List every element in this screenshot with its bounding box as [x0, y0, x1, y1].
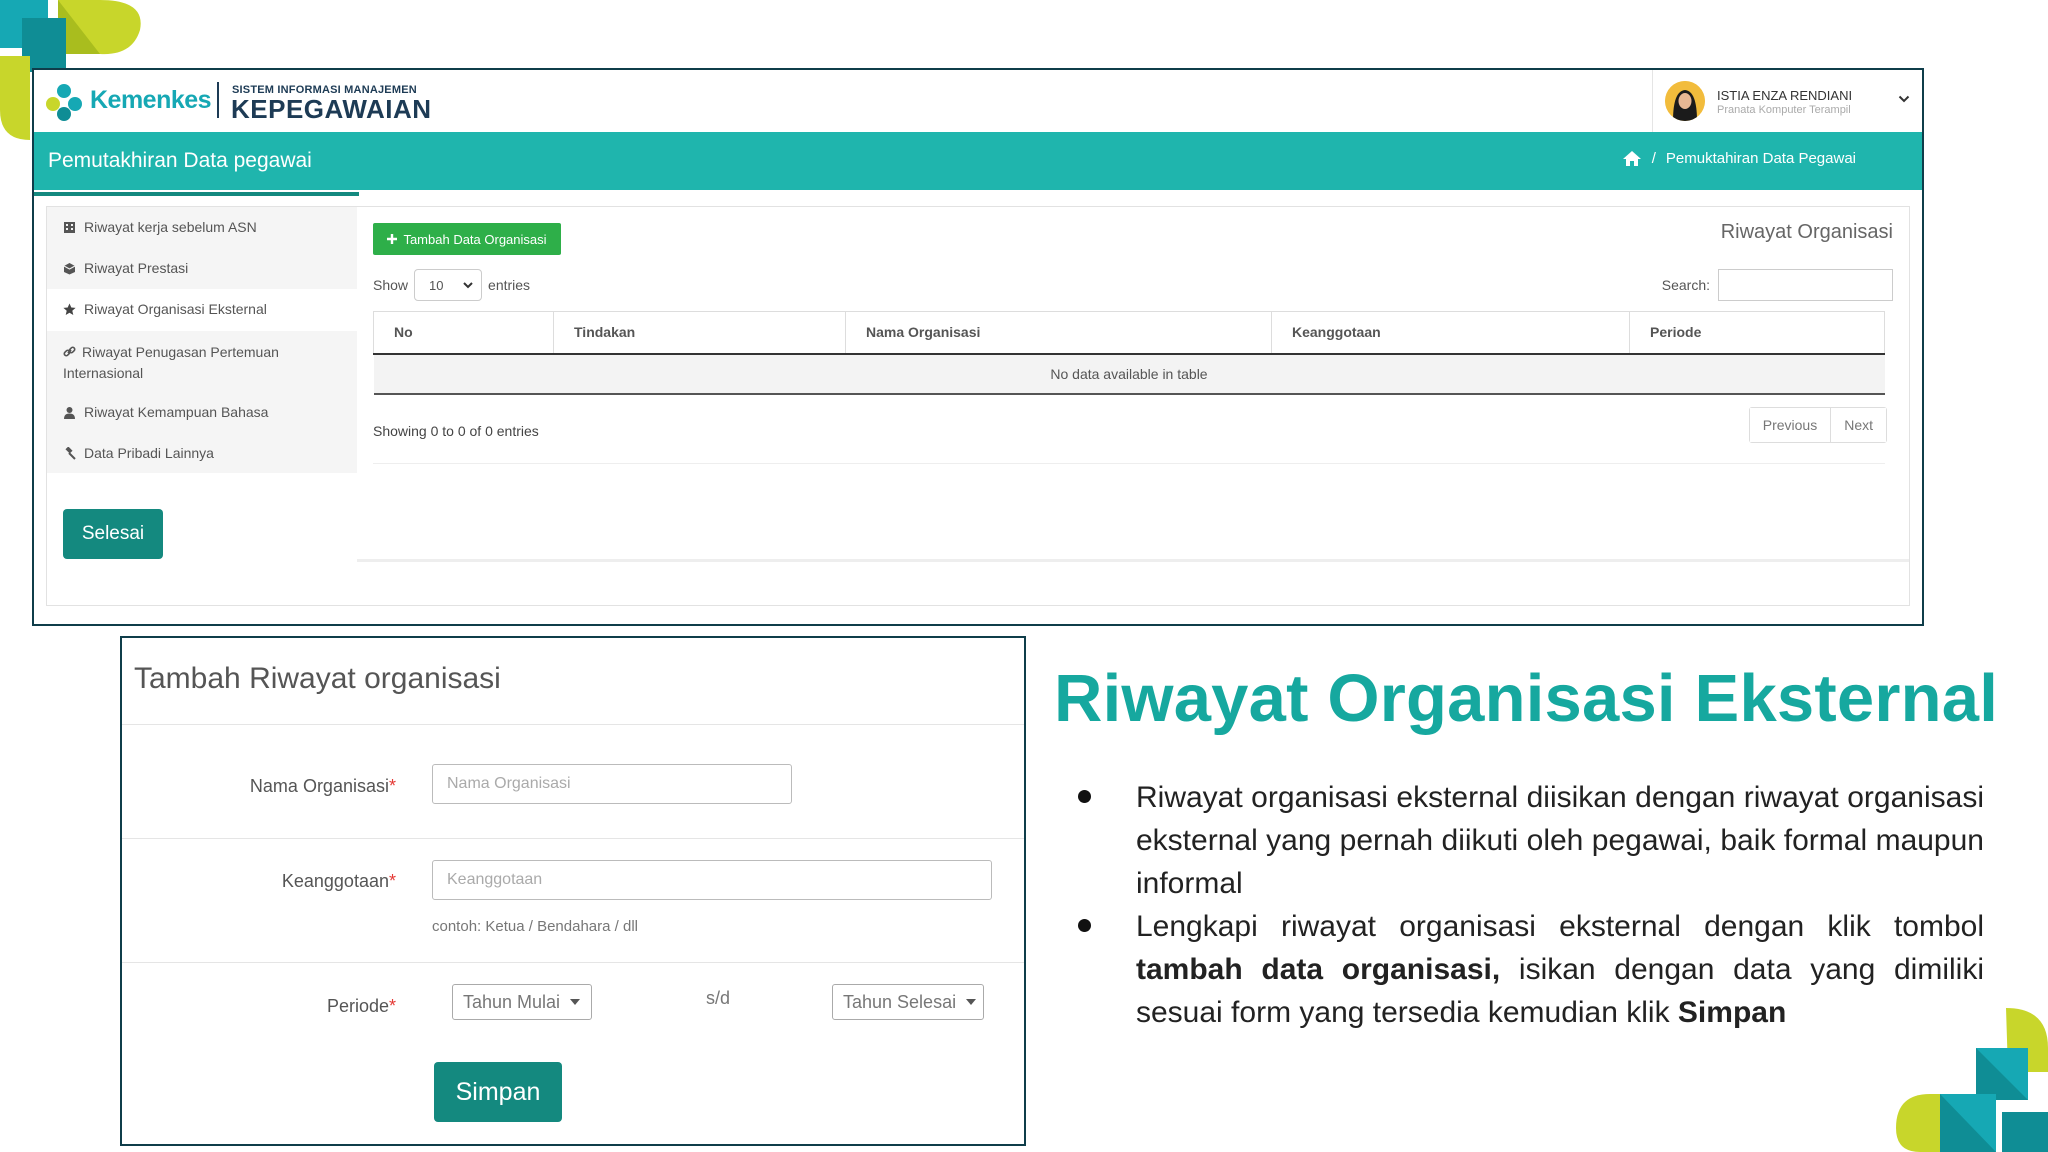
next-page-button[interactable]: Next [1830, 408, 1886, 442]
tahun-selesai-value: Tahun Selesai [843, 991, 957, 1012]
add-organization-label: Tambah Data Organisasi [403, 231, 547, 247]
entries-length-control: Show 10 entries [373, 269, 530, 301]
add-organization-form: Tambah Riwayat organisasi Nama Organisas… [120, 636, 1026, 1146]
pagination: Previous Next [1748, 407, 1887, 443]
cube-icon [63, 263, 76, 275]
selesai-button[interactable]: Selesai [63, 509, 163, 559]
sidebar-item-label: Riwayat kerja sebelum ASN [84, 219, 257, 235]
breadcrumb: / Pemuktahiran Data Pegawai [1622, 150, 1856, 167]
sidebar-item-riwayat-penugasan[interactable]: Riwayat Penugasan Pertemuan Internasiona… [47, 341, 337, 384]
periode-label: Periode* [326, 996, 396, 1016]
page-title: Pemutakhiran Data pegawai [48, 149, 312, 172]
search-label: Search: [1661, 277, 1710, 293]
breadcrumb-separator: / [1651, 150, 1656, 167]
list-item: Riwayat organisasi eksternal diisikan de… [1074, 776, 1984, 905]
empty-table-message: No data available in table [373, 353, 1885, 395]
show-label: Show [373, 277, 409, 293]
user-icon [64, 407, 75, 419]
keanggotaan-label: Keanggotaan* [281, 871, 396, 891]
divider [373, 463, 1885, 464]
nama-organisasi-input[interactable]: Nama Organisasi [432, 764, 792, 804]
user-role: Pranata Komputer Terampil [1717, 104, 1851, 116]
tahun-mulai-value: Tahun Mulai [463, 991, 561, 1012]
table-info: Showing 0 to 0 of 0 entries [373, 423, 539, 439]
sidebar-item-riwayat-prestasi[interactable]: Riwayat Prestasi [47, 258, 357, 279]
instruction-list: Riwayat organisasi eksternal diisikan de… [1074, 776, 1984, 1034]
sidebar-item-label: Riwayat Organisasi Eksternal [84, 301, 267, 317]
previous-page-button[interactable]: Previous [1749, 408, 1831, 442]
tahun-selesai-select[interactable]: Tahun Selesai [832, 984, 984, 1020]
caret-down-icon [570, 999, 581, 1005]
nama-organisasi-placeholder: Nama Organisasi [447, 775, 571, 792]
system-title: KEPEGAWAIAN [231, 94, 432, 124]
sidebar-item-label: Riwayat Prestasi [84, 260, 189, 276]
sidebar-item-label: Riwayat Penugasan Pertemuan Internasiona… [63, 344, 279, 381]
sidebar-item-data-pribadi[interactable]: Data Pribadi Lainnya [47, 443, 357, 464]
breadcrumb-current: Pemuktahiran Data Pegawai [1665, 150, 1856, 167]
table-header-row: No Tindakan Nama Organisasi Keanggotaan … [373, 311, 1885, 355]
page-banner: Pemutakhiran Data pegawai / Pemuktahiran… [34, 132, 1922, 190]
user-menu[interactable]: ISTIA ENZA RENDIANI Pranata Komputer Ter… [1652, 70, 1922, 132]
panel-bottom-border [357, 559, 1909, 562]
sidebar-item-kemampuan-bahasa[interactable]: Riwayat Kemampuan Bahasa [47, 402, 357, 423]
user-name: ISTIA ENZA RENDIANI [1717, 88, 1853, 103]
form-title: Tambah Riwayat organisasi [134, 662, 501, 695]
section-heading: Riwayat Organisasi Eksternal [1054, 661, 1999, 736]
column-header-periode[interactable]: Periode [1629, 311, 1885, 355]
organisasi-table: No Tindakan Nama Organisasi Keanggotaan … [373, 311, 1885, 395]
chevron-down-icon [463, 282, 473, 289]
caret-down-icon [966, 999, 977, 1005]
star-icon [63, 303, 76, 315]
table-search: Search: [1662, 269, 1893, 301]
organisasi-panel: Tambah Data Organisasi Riwayat Organisas… [357, 207, 1909, 562]
building-icon [64, 222, 75, 233]
top-navbar: Kemenkes SISTEM INFORMASI MANAJEMEN KEPE… [34, 70, 1922, 132]
sidebar-item-label: Data Pribadi Lainnya [84, 445, 214, 461]
tahun-mulai-select[interactable]: Tahun Mulai [452, 984, 592, 1020]
column-header-keanggotaan[interactable]: Keanggotaan [1271, 311, 1630, 355]
sidebar-item-riwayat-organisasi[interactable]: Riwayat Organisasi Eksternal [47, 289, 357, 331]
divider [122, 962, 1024, 963]
sidebar: Riwayat kerja sebelum ASN Riwayat Presta… [47, 207, 357, 473]
column-header-no[interactable]: No [373, 311, 554, 355]
column-header-nama-organisasi[interactable]: Nama Organisasi [845, 311, 1272, 355]
simpan-button[interactable]: Simpan [434, 1062, 562, 1122]
entries-label: entries [488, 277, 531, 293]
plus-icon [387, 234, 398, 244]
keanggotaan-input[interactable]: Keanggotaan [432, 860, 992, 900]
entries-select[interactable]: 10 [414, 269, 483, 301]
period-separator: s/d [706, 988, 731, 1008]
add-organization-button[interactable]: Tambah Data Organisasi [373, 223, 561, 255]
avatar [1665, 81, 1705, 121]
chevron-down-icon[interactable] [1898, 92, 1910, 108]
entries-select-value: 10 [429, 277, 444, 293]
logo-divider [217, 82, 219, 118]
keanggotaan-placeholder: Keanggotaan [447, 871, 543, 888]
sidebar-item-label: Riwayat Kemampuan Bahasa [84, 404, 269, 420]
panel-title: Riwayat Organisasi [1720, 221, 1893, 243]
divider [122, 838, 1024, 839]
brand-name: Kemenkes [90, 86, 212, 114]
app-window: Kemenkes SISTEM INFORMASI MANAJEMEN KEPE… [32, 68, 1924, 626]
keanggotaan-help-text: contoh: Ketua / Bendahara / dll [432, 918, 638, 935]
content-frame: Riwayat kerja sebelum ASN Riwayat Presta… [46, 206, 1910, 606]
banner-active-underline [34, 192, 359, 196]
list-item: Lengkapi riwayat organisasi eksternal de… [1074, 905, 1984, 1034]
kemenkes-logo-icon [46, 84, 82, 121]
divider [122, 724, 1024, 725]
home-icon[interactable] [1622, 150, 1642, 167]
table-row: No data available in table [373, 353, 1885, 395]
link-icon [63, 346, 76, 357]
nama-organisasi-label: Nama Organisasi* [249, 776, 396, 796]
gavel-icon [65, 447, 76, 460]
sidebar-item-riwayat-kerja[interactable]: Riwayat kerja sebelum ASN [47, 217, 357, 238]
column-header-tindakan[interactable]: Tindakan [553, 311, 846, 355]
search-input[interactable] [1718, 269, 1893, 301]
